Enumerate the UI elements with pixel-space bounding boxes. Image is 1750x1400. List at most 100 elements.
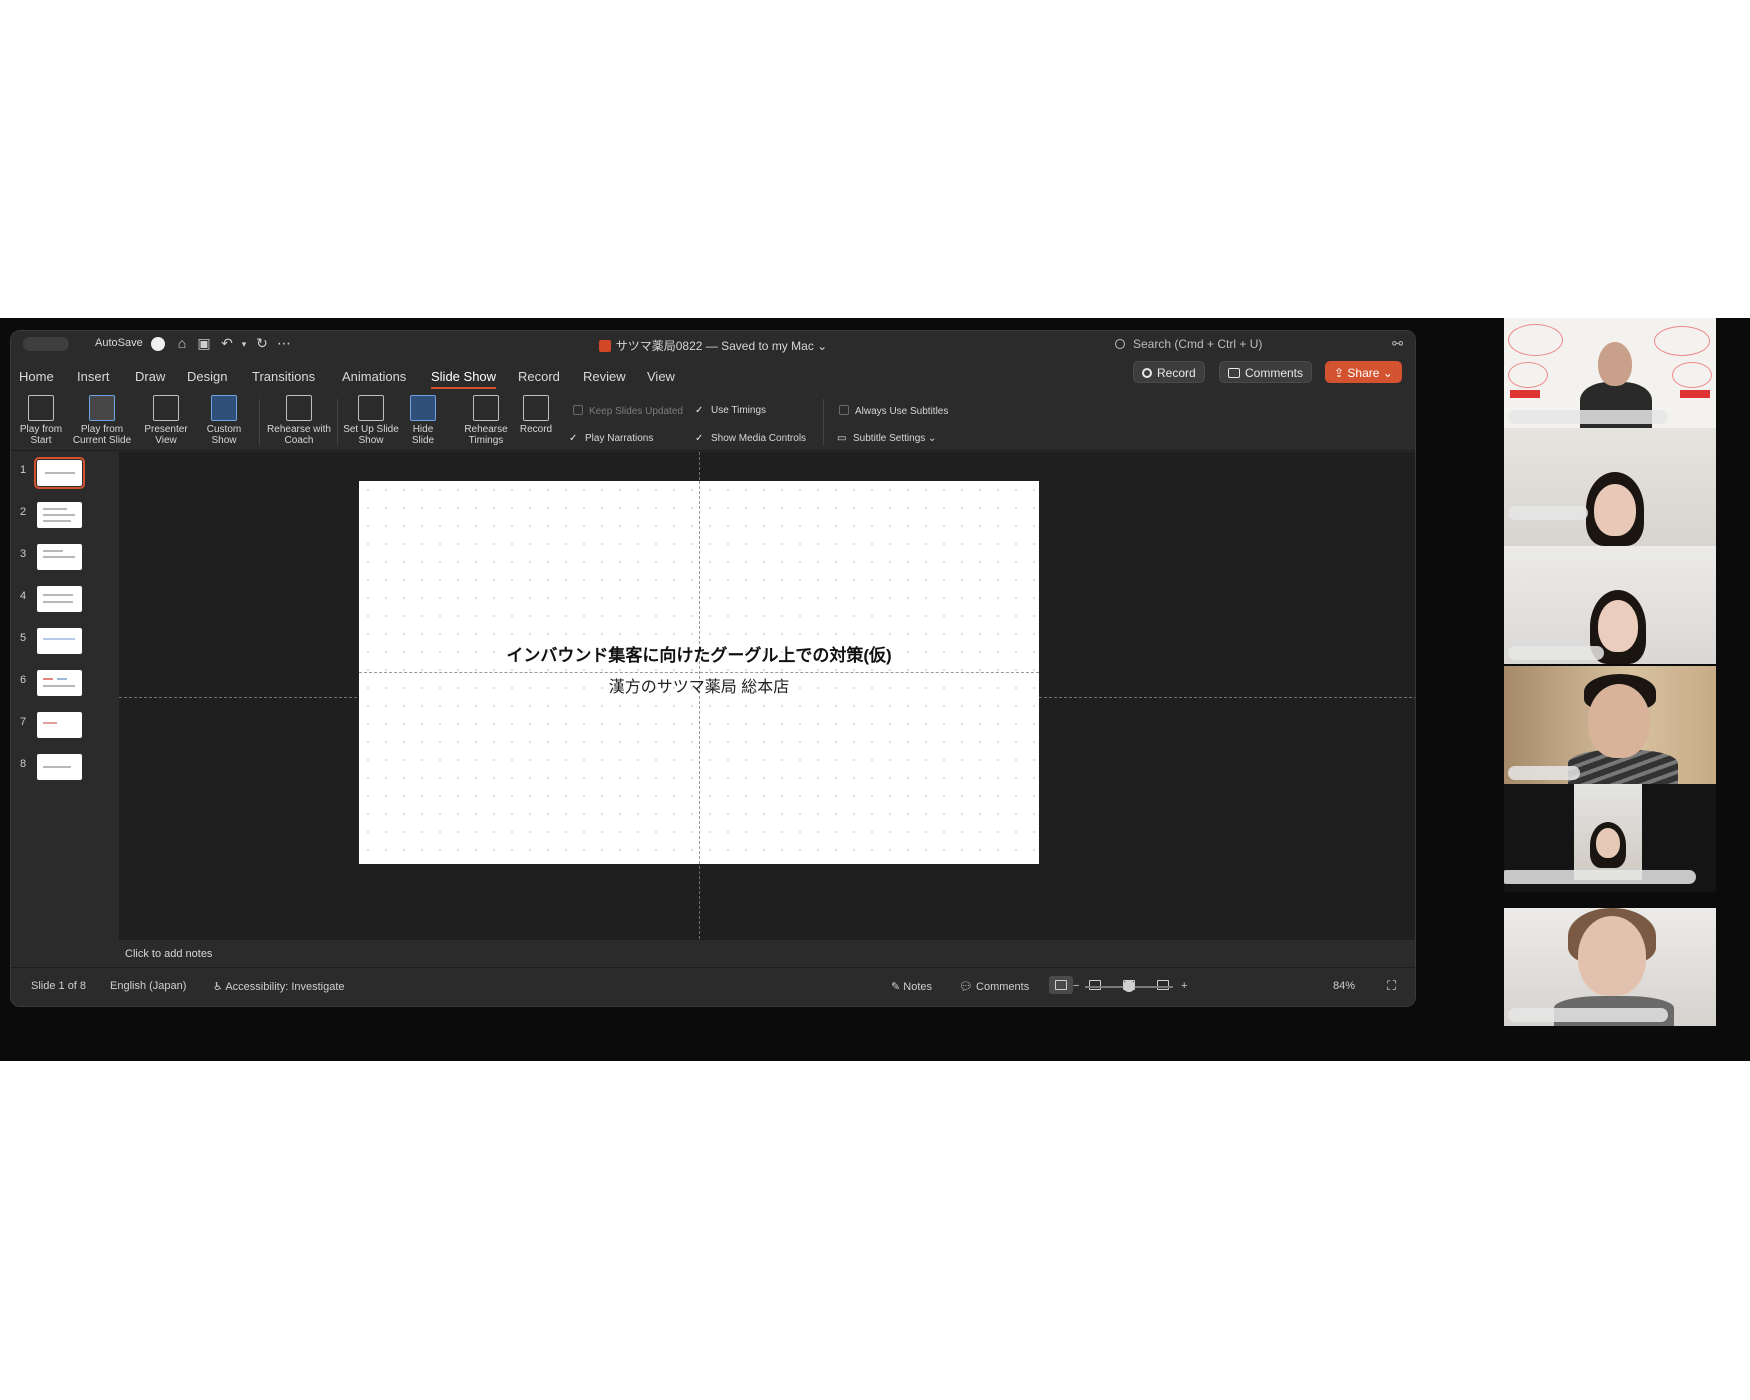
chevron-down-icon: ⌄ xyxy=(817,339,828,353)
thumbnail-2[interactable]: 2 xyxy=(11,502,119,532)
participant-tile-2[interactable] xyxy=(1504,428,1716,546)
participant-face xyxy=(1594,484,1636,536)
thumbnail-7[interactable]: 7 xyxy=(11,712,119,742)
rehearse-timings-button[interactable]: Rehearse Timings xyxy=(459,395,513,446)
slide-show-view-button[interactable] xyxy=(1151,976,1175,994)
subtitle-settings-dropdown[interactable]: ▭ Subtitle Settings ⌄ xyxy=(837,433,936,444)
comments-button[interactable]: Comments xyxy=(1219,361,1313,383)
thumbnail-image xyxy=(37,586,82,612)
set-up-slide-show-button[interactable]: Set Up Slide Show xyxy=(343,395,399,446)
participant-name-tag xyxy=(1508,646,1604,660)
tab-record[interactable]: Record xyxy=(518,369,560,384)
zoom-level[interactable]: 84% xyxy=(1333,980,1355,992)
play-narrations-checkbox[interactable]: ✓ Play Narrations xyxy=(569,433,653,444)
zoom-slider-handle[interactable] xyxy=(1123,980,1135,992)
participant-name-tag xyxy=(1504,870,1696,884)
hide-slide-button[interactable]: Hide Slide xyxy=(403,395,443,446)
notes-placeholder: Click to add notes xyxy=(125,948,213,960)
play-from-current-slide-button[interactable]: Play from Current Slide xyxy=(69,395,135,446)
tab-design[interactable]: Design xyxy=(187,369,227,384)
thumbnail-5[interactable]: 5 xyxy=(11,628,119,658)
slide-title[interactable]: インバウンド集客に向けたグーグル上での対策(仮) xyxy=(359,641,1039,666)
rehearse-coach-label: Rehearse with Coach xyxy=(267,424,331,446)
rehearse-with-coach-button[interactable]: Rehearse with Coach xyxy=(267,395,331,446)
tab-animations[interactable]: Animations xyxy=(342,369,406,384)
tab-home[interactable]: Home xyxy=(19,369,54,384)
participant-tile-3[interactable] xyxy=(1504,546,1716,664)
show-media-controls-checkbox[interactable]: ✓ Show Media Controls xyxy=(695,433,806,444)
participant-name-tag xyxy=(1508,410,1668,424)
accessibility-label: Accessibility: Investigate xyxy=(225,981,345,993)
play-from-start-button[interactable]: Play from Start xyxy=(17,395,65,446)
tab-transitions[interactable]: Transitions xyxy=(252,369,315,384)
normal-view-icon xyxy=(1055,980,1067,990)
presenter-view-button[interactable]: Presenter View xyxy=(139,395,193,446)
custom-show-label: Custom Show xyxy=(206,424,242,446)
powerpoint-file-icon xyxy=(598,340,611,352)
status-bar: Slide 1 of 8 English (Japan) ♿ Accessibi… xyxy=(11,967,1415,1006)
tab-draw[interactable]: Draw xyxy=(135,369,165,384)
accessibility-button[interactable]: ♿ Accessibility: Investigate xyxy=(213,980,345,993)
thumbnail-image xyxy=(37,628,82,654)
slide-sorter-button[interactable] xyxy=(1083,976,1107,994)
participant-tile-4-speaking[interactable] xyxy=(1504,666,1716,784)
thumbnail-4[interactable]: 4 xyxy=(11,586,119,616)
participant-tile-6[interactable] xyxy=(1504,908,1716,1026)
hide-slide-icon xyxy=(410,395,436,421)
checkmark-icon: ✓ xyxy=(695,405,704,416)
always-use-subtitles-checkbox[interactable]: Always Use Subtitles xyxy=(839,405,948,417)
thumbnail-1[interactable]: 1 xyxy=(11,457,119,490)
presentation-icon xyxy=(1157,980,1169,990)
slide-editing-area[interactable]: インバウンド集客に向けたグーグル上での対策(仮) 漢方のサツマ薬局 総本店 xyxy=(119,452,1415,939)
comments-toggle[interactable]: 💬︎ Comments xyxy=(959,980,1029,993)
play-from-current-icon xyxy=(89,395,115,421)
tab-review[interactable]: Review xyxy=(583,369,626,384)
thumbnail-preview-line xyxy=(43,678,53,680)
notes-pane[interactable]: Click to add notes xyxy=(119,939,1415,967)
ribbon-slide-show: Play from Start Play from Current Slide … xyxy=(11,393,1415,451)
record-ribbon-button[interactable]: Record xyxy=(515,395,557,435)
grid-icon xyxy=(1089,980,1101,990)
share-icon: ⇪ xyxy=(1334,366,1348,380)
custom-show-icon xyxy=(211,395,237,421)
current-slide[interactable]: インバウンド集客に向けたグーグル上での対策(仮) 漢方のサツマ薬局 総本店 xyxy=(359,481,1039,864)
comment-icon xyxy=(1228,368,1240,378)
thumbnail-3[interactable]: 3 xyxy=(11,544,119,574)
thumbnail-image xyxy=(37,712,82,738)
participant-tile-1[interactable] xyxy=(1504,318,1716,428)
always-subtitles-label: Always Use Subtitles xyxy=(855,406,949,417)
notes-toggle[interactable]: ✎ Notes xyxy=(891,980,932,993)
normal-view-button[interactable] xyxy=(1049,976,1073,994)
fit-to-window-icon[interactable]: ⛶ xyxy=(1387,978,1396,994)
thumbnail-number: 5 xyxy=(20,632,27,644)
notes-icon: ✎ xyxy=(891,981,904,993)
tab-view[interactable]: View xyxy=(647,369,675,384)
share-button[interactable]: ⇪ Share ⌄ xyxy=(1325,361,1402,383)
thumbnail-image xyxy=(37,754,82,780)
thumbnail-8[interactable]: 8 xyxy=(11,754,119,784)
language-indicator[interactable]: English (Japan) xyxy=(110,980,186,992)
zoom-out-icon[interactable]: − xyxy=(1073,980,1079,992)
document-title-text: サツマ薬局0822 — Saved to my Mac xyxy=(615,339,814,353)
participant-tile-5[interactable] xyxy=(1504,784,1716,892)
search-box[interactable]: Search (Cmd + Ctrl + U) xyxy=(1115,337,1262,351)
ribbon-divider xyxy=(259,399,260,445)
thumbnail-preview-line xyxy=(43,722,57,724)
zoom-in-icon[interactable]: + xyxy=(1181,980,1187,992)
thumbnail-image xyxy=(34,457,85,489)
use-timings-checkbox[interactable]: ✓ Use Timings xyxy=(695,405,766,416)
collaborate-icon[interactable]: ⚯ xyxy=(1392,336,1403,352)
record-icon xyxy=(1142,368,1152,378)
thumbnail-number: 3 xyxy=(20,548,27,560)
participant-face xyxy=(1578,916,1646,996)
slide-subtitle[interactable]: 漢方のサツマ薬局 総本店 xyxy=(359,673,1039,697)
custom-show-button[interactable]: Custom Show xyxy=(199,395,249,446)
tab-slide-show[interactable]: Slide Show xyxy=(431,369,497,389)
checkbox-box xyxy=(573,405,583,415)
play-narrations-label: Play Narrations xyxy=(585,433,654,444)
tab-insert[interactable]: Insert xyxy=(77,369,110,384)
play-from-start-icon xyxy=(28,395,54,421)
keep-slides-updated-checkbox[interactable]: Keep Slides Updated xyxy=(573,405,683,417)
record-button[interactable]: Record xyxy=(1133,361,1205,383)
thumbnail-6[interactable]: 6 xyxy=(11,670,119,700)
